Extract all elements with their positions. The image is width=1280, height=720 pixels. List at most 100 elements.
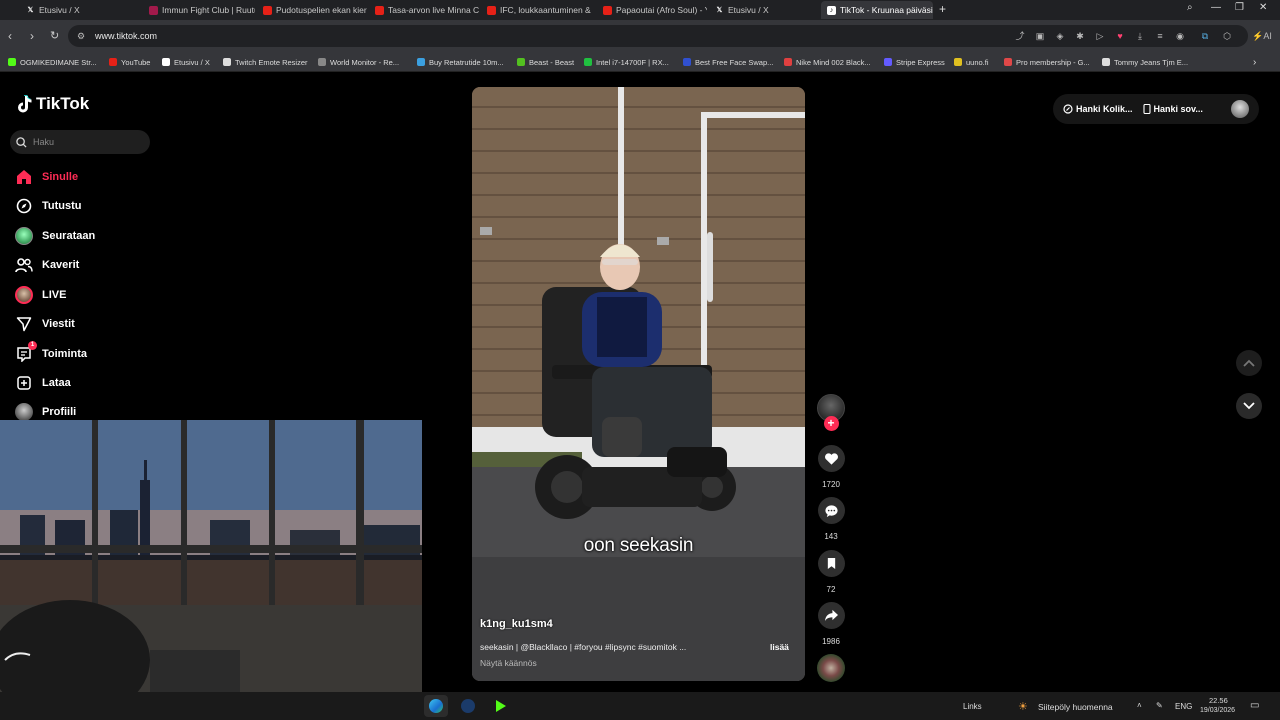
translate-link[interactable]: Näytä käännös (480, 658, 537, 668)
browser-tab[interactable]: Papaoutai (Afro Soul) - Yo (597, 1, 707, 19)
clock-date[interactable]: 19/03/2026 (1200, 707, 1235, 714)
video-author[interactable]: k1ng_ku1sm4 (480, 618, 553, 630)
author-avatar[interactable]: + (816, 394, 846, 431)
sidebar-item-lataa[interactable]: Lataa (14, 372, 71, 394)
new-tab-button[interactable]: + (939, 2, 946, 16)
bookmark-favicon-icon (318, 58, 326, 66)
bookmark-item[interactable]: uuno.fi (954, 56, 989, 68)
bookmark-favicon-icon (584, 58, 592, 66)
weather-text[interactable]: Siitepöly huomenna (1038, 702, 1113, 712)
bookmark-favicon-icon (1004, 58, 1012, 66)
video-caption-overlay: oon seekasin (583, 535, 694, 556)
search-bar[interactable] (10, 130, 150, 154)
download-icon[interactable]: ⤓ (1135, 31, 1145, 41)
search-tabs-icon[interactable]: ⌕ (1187, 2, 1193, 13)
screenshot-icon[interactable]: ▣ (1035, 31, 1045, 41)
bookmark-item[interactable]: YouTube (109, 56, 150, 68)
forward-button[interactable]: › (30, 29, 34, 43)
tray-chevron-icon[interactable]: ˄ (1137, 701, 1142, 710)
sidebar-item-seurataan[interactable]: Seurataan (14, 225, 95, 247)
url-text[interactable]: www.tiktok.com (95, 31, 157, 41)
edge-app-button[interactable] (424, 695, 448, 717)
music-disc-icon[interactable] (817, 654, 845, 682)
next-video-button[interactable] (1236, 393, 1262, 419)
get-app-button[interactable]: Hanki sov... (1142, 104, 1203, 114)
menu-icon[interactable]: ≡ (1155, 31, 1165, 41)
play-green-icon (496, 700, 506, 712)
sidebar-item-viestit[interactable]: Viestit (14, 313, 75, 335)
minimize-button[interactable]: — (1211, 2, 1221, 13)
browser-tab[interactable]: IFC, loukkaantuminen & (481, 1, 591, 19)
ai-button[interactable]: ⚡AI (1250, 31, 1274, 41)
profile-icon[interactable]: ◉ (1175, 31, 1185, 41)
shield-icon[interactable]: ◈ (1055, 31, 1065, 41)
bookmark-item[interactable]: World Monitor - Re... (318, 56, 399, 68)
bookmark-item[interactable]: Best Free Face Swap... (683, 56, 773, 68)
browser-tab[interactable]: Immun Fight Club | Ruutu (143, 1, 255, 19)
sidebar-item-sinulle[interactable]: Sinulle (14, 166, 78, 188)
bookmark-item[interactable]: Stripe Express (884, 56, 945, 68)
bookmark-item[interactable]: Twitch Emote Resizer (223, 56, 308, 68)
bookmark-item[interactable]: Tommy Jeans Tjm E... (1102, 56, 1188, 68)
sidebar-item-live[interactable]: LIVE (14, 284, 66, 306)
heart-icon[interactable] (817, 445, 845, 472)
media-app-button[interactable] (491, 696, 511, 716)
save-count: 72 (826, 585, 836, 594)
reload-button[interactable]: ↻ (50, 29, 59, 42)
video-player[interactable]: oon seekasin k1ng_ku1sm4 seekasin | @Bla… (472, 87, 805, 681)
bookmark-item[interactable]: Buy Retatrutide 10m... (417, 56, 504, 68)
cube-icon[interactable]: ⬡ (1222, 31, 1232, 41)
bookmark-label: uuno.fi (966, 57, 989, 67)
back-button[interactable]: ‹ (8, 29, 12, 43)
translate-icon[interactable]: ⧉ (1200, 31, 1210, 41)
language-indicator[interactable]: ENG (1175, 702, 1192, 711)
notification-icon[interactable]: ▭ (1250, 700, 1259, 711)
steam-app-button[interactable] (458, 696, 478, 716)
maximize-button[interactable]: ❐ (1235, 2, 1244, 13)
previous-video-button[interactable] (1236, 350, 1262, 376)
bookmark-item[interactable]: Intel i7-14700F | RX... (584, 56, 669, 68)
pen-icon[interactable]: ✎ (1156, 701, 1163, 710)
bookmark-label: Intel i7-14700F | RX... (596, 57, 669, 67)
share-action[interactable]: 1986 (816, 602, 846, 646)
links-toolbar[interactable]: Links (963, 702, 982, 711)
play-icon[interactable]: ▷ (1095, 31, 1105, 41)
browser-tab-active[interactable]: ♪ TikTok - Kruunaa päiväsi (821, 1, 933, 19)
comment-action[interactable]: 143 (816, 497, 846, 541)
get-coins-button[interactable]: Hanki Kolik... (1063, 104, 1133, 114)
follow-plus-icon[interactable]: + (823, 416, 839, 431)
sidebar-item-kaverit[interactable]: Kaverit (14, 254, 79, 276)
share-arrow-icon[interactable] (817, 602, 845, 629)
comment-icon[interactable] (817, 497, 845, 524)
bookmark-item[interactable]: Beast - Beast (517, 56, 574, 68)
tiktok-icon: ♪ (827, 5, 836, 15)
url-field[interactable] (68, 25, 1248, 47)
bookmarks-overflow-icon[interactable]: › (1253, 56, 1256, 68)
sidebar-item-toiminta[interactable]: 1 Toiminta (14, 341, 87, 365)
user-avatar[interactable] (1231, 100, 1249, 118)
tiktok-logo[interactable]: TikTok (16, 94, 89, 114)
bookmark-item[interactable]: Pro membership - G... (1004, 56, 1090, 68)
save-action[interactable]: 72 (816, 550, 846, 594)
bookmark-item[interactable]: OGMIKEDIMANE Str... (8, 56, 97, 68)
like-count: 1720 (822, 480, 840, 489)
like-action[interactable]: 1720 (816, 445, 846, 489)
extension-icon[interactable]: ✱ (1075, 31, 1085, 41)
browser-tab[interactable]: 𝕏 Etusivu / X (709, 1, 819, 19)
browser-tab[interactable]: Pudotuspelien ekan kierro (257, 1, 367, 19)
heart-icon[interactable]: ♥ (1115, 31, 1125, 41)
clock-time[interactable]: 22.56 (1209, 696, 1228, 705)
music-disc[interactable] (816, 654, 846, 682)
share-icon[interactable]: ⤴ (1015, 31, 1025, 41)
browser-tab[interactable]: Tasa-arvon live Minna Can (369, 1, 479, 19)
more-button[interactable]: lisää (770, 642, 789, 652)
bookmark-item[interactable]: Etusivu / X (162, 56, 210, 68)
bookmark-item[interactable]: Nike Mind 002 Black... (784, 56, 871, 68)
bookmark-icon[interactable] (817, 550, 845, 577)
browser-tab[interactable]: 𝕏 Etusivu / X (20, 1, 138, 19)
sidebar-item-tutustu[interactable]: Tutustu (14, 195, 82, 217)
site-info-icon[interactable]: ⚙ (76, 31, 86, 41)
search-input[interactable] (33, 137, 143, 147)
tab-title: Papaoutai (Afro Soul) - Yo (616, 5, 707, 15)
close-window-button[interactable]: ✕ (1259, 2, 1267, 13)
